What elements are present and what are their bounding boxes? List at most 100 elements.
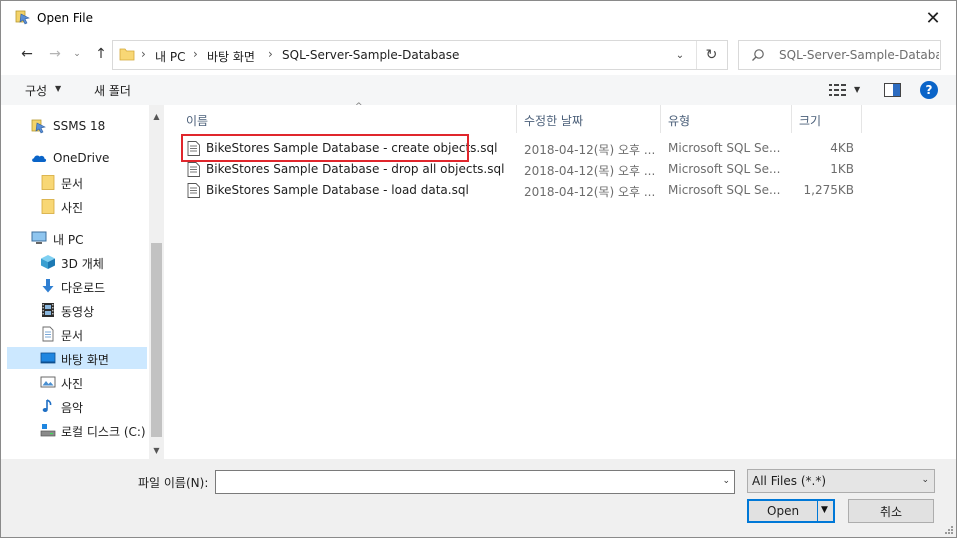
sidebar-item-label: SSMS 18 — [53, 119, 106, 133]
sidebar-item-onedrive-pictures[interactable]: 사진 — [7, 195, 147, 217]
sidebar-item-label: 사진 — [61, 201, 84, 215]
address-dropdown-button[interactable]: ⌄ — [666, 41, 694, 69]
column-header-size[interactable]: 크기 — [792, 105, 862, 133]
file-date: 2018-04-12(목) 오후 ... — [524, 164, 656, 178]
open-button[interactable]: Open ▼ — [747, 499, 835, 523]
arrow-left-icon: ← — [21, 46, 33, 62]
sidebar-item-label: 다운로드 — [61, 281, 106, 295]
computer-icon — [31, 231, 47, 244]
file-row[interactable]: BikeStores Sample Database - load data.s… — [179, 180, 859, 201]
arrow-right-icon: → — [49, 46, 61, 62]
filename-input[interactable]: ⌄ — [215, 470, 735, 494]
file-row[interactable]: BikeStores Sample Database - drop all ob… — [179, 159, 859, 180]
search-input[interactable]: SQL-Server-Sample-Databa... — [738, 40, 941, 70]
forward-button[interactable]: → — [45, 44, 65, 64]
sidebar-item-onedrive-documents[interactable]: 문서 — [7, 171, 147, 193]
sidebar-item-onedrive[interactable]: OneDrive — [7, 147, 147, 169]
refresh-button[interactable]: ↻ — [696, 41, 726, 69]
sidebar-item-label: 동영상 — [61, 305, 95, 319]
scroll-up-icon[interactable]: ▲ — [149, 109, 164, 123]
breadcrumb-separator: › — [141, 47, 146, 61]
ssms-icon — [31, 119, 46, 134]
file-size: 1KB — [830, 162, 854, 176]
file-size: 1,275KB — [803, 183, 854, 197]
sql-file-icon — [187, 183, 200, 198]
chevron-down-icon[interactable]: ⌄ — [722, 476, 730, 486]
folder-icon — [119, 48, 135, 61]
column-header-label: 크기 — [799, 114, 822, 128]
breadcrumb-separator: › — [193, 47, 198, 61]
sidebar-item-pictures[interactable]: 사진 — [7, 371, 147, 393]
sidebar-item-label: 문서 — [61, 329, 84, 343]
refresh-icon: ↻ — [705, 47, 718, 63]
open-file-dialog: Open File ✕ ← → ⌄ ↑ › 내 PC › 바탕 화면 › SQL… — [0, 0, 957, 538]
file-date: 2018-04-12(목) 오후 ... — [524, 185, 656, 199]
close-button[interactable]: ✕ — [910, 1, 956, 35]
sidebar-item-desktop[interactable]: 바탕 화면 — [7, 347, 147, 369]
file-name: BikeStores Sample Database - drop all ob… — [206, 162, 505, 176]
title-bar: Open File ✕ — [1, 1, 956, 35]
highlight-annotation — [181, 134, 469, 162]
scrollbar-thumb[interactable] — [151, 243, 162, 437]
file-type: Microsoft SQL Se... — [668, 162, 781, 176]
scroll-down-icon[interactable]: ▼ — [149, 443, 164, 457]
chevron-down-icon: ⌄ — [921, 475, 929, 485]
sidebar-item-downloads[interactable]: 다운로드 — [7, 275, 147, 297]
film-icon — [42, 303, 54, 317]
help-label: ? — [925, 83, 933, 97]
dropdown-arrow-icon[interactable]: ▼ — [854, 85, 860, 94]
sidebar-item-local-disk[interactable]: 로컬 디스크 (C:) — [7, 419, 147, 441]
breadcrumb-sample-database[interactable]: SQL-Server-Sample-Database — [282, 48, 459, 62]
sql-file-icon — [187, 162, 200, 177]
breadcrumb-my-pc[interactable]: 내 PC — [155, 48, 185, 65]
sidebar-item-label: 3D 개체 — [61, 257, 104, 271]
dropdown-arrow-icon[interactable]: ▼ — [821, 505, 828, 515]
sidebar-item-music[interactable]: 음악 — [7, 395, 147, 417]
open-button-label: Open — [767, 504, 800, 518]
folder-icon — [41, 175, 55, 190]
sidebar-item-my-pc[interactable]: 내 PC — [7, 227, 147, 249]
sidebar-item-label: 내 PC — [53, 233, 84, 247]
sidebar-item-3d-objects[interactable]: 3D 개체 — [7, 251, 147, 273]
breadcrumb-desktop[interactable]: 바탕 화면 — [207, 48, 255, 65]
sidebar-item-label: 문서 — [61, 177, 84, 191]
ssms-icon — [15, 10, 30, 25]
document-icon — [42, 326, 54, 342]
search-placeholder: SQL-Server-Sample-Databa... — [779, 48, 939, 62]
address-bar[interactable]: › 내 PC › 바탕 화면 › SQL-Server-Sample-Datab… — [112, 40, 728, 70]
music-icon — [42, 399, 52, 412]
back-button[interactable]: ← — [17, 44, 37, 64]
help-icon[interactable]: ? — [920, 81, 938, 99]
sidebar-item-videos[interactable]: 동영상 — [7, 299, 147, 321]
column-header-date[interactable]: 수정한 날짜 — [517, 105, 661, 133]
dialog-footer: 파일 이름(N): ⌄ All Files (*.*) ⌄ Open ▼ 취소 — [1, 459, 956, 537]
file-type: Microsoft SQL Se... — [668, 183, 781, 197]
cancel-button[interactable]: 취소 — [848, 499, 934, 523]
preview-pane-icon[interactable] — [884, 83, 901, 97]
file-type: Microsoft SQL Se... — [668, 141, 781, 155]
view-options-icon[interactable] — [829, 84, 847, 96]
new-folder-button[interactable]: 새 폴더 — [94, 82, 131, 99]
sidebar-item-documents[interactable]: 문서 — [7, 323, 147, 345]
column-header-name[interactable]: ^ 이름 — [179, 102, 517, 133]
file-size: 4KB — [830, 141, 854, 155]
download-icon — [42, 279, 54, 293]
resize-grip-icon[interactable] — [944, 525, 954, 535]
navigation-pane: SSMS 18 OneDrive 문서 사진 내 PC 3D 개체 다운로드 동… — [7, 105, 164, 459]
file-type-select[interactable]: All Files (*.*) ⌄ — [747, 469, 935, 493]
recent-locations-button[interactable]: ⌄ — [70, 44, 84, 64]
column-header-label: 유형 — [668, 114, 691, 128]
search-icon — [752, 49, 764, 61]
command-bar: 구성 ▼ 새 폴더 ▼ ? — [1, 75, 956, 105]
sidebar-item-ssms18[interactable]: SSMS 18 — [7, 115, 147, 137]
sidebar-scrollbar[interactable]: ▲ ▼ — [149, 105, 164, 459]
arrow-up-icon: ↑ — [95, 46, 107, 62]
drive-icon — [40, 424, 56, 437]
organize-button[interactable]: 구성 — [25, 82, 47, 99]
column-header-type[interactable]: 유형 — [661, 105, 792, 133]
dropdown-arrow-icon: ▼ — [55, 84, 62, 93]
column-header-label: 수정한 날짜 — [524, 114, 584, 128]
up-button[interactable]: ↑ — [91, 44, 111, 64]
sort-ascending-icon: ^ — [355, 102, 363, 112]
sidebar-item-label: 음악 — [61, 401, 84, 415]
